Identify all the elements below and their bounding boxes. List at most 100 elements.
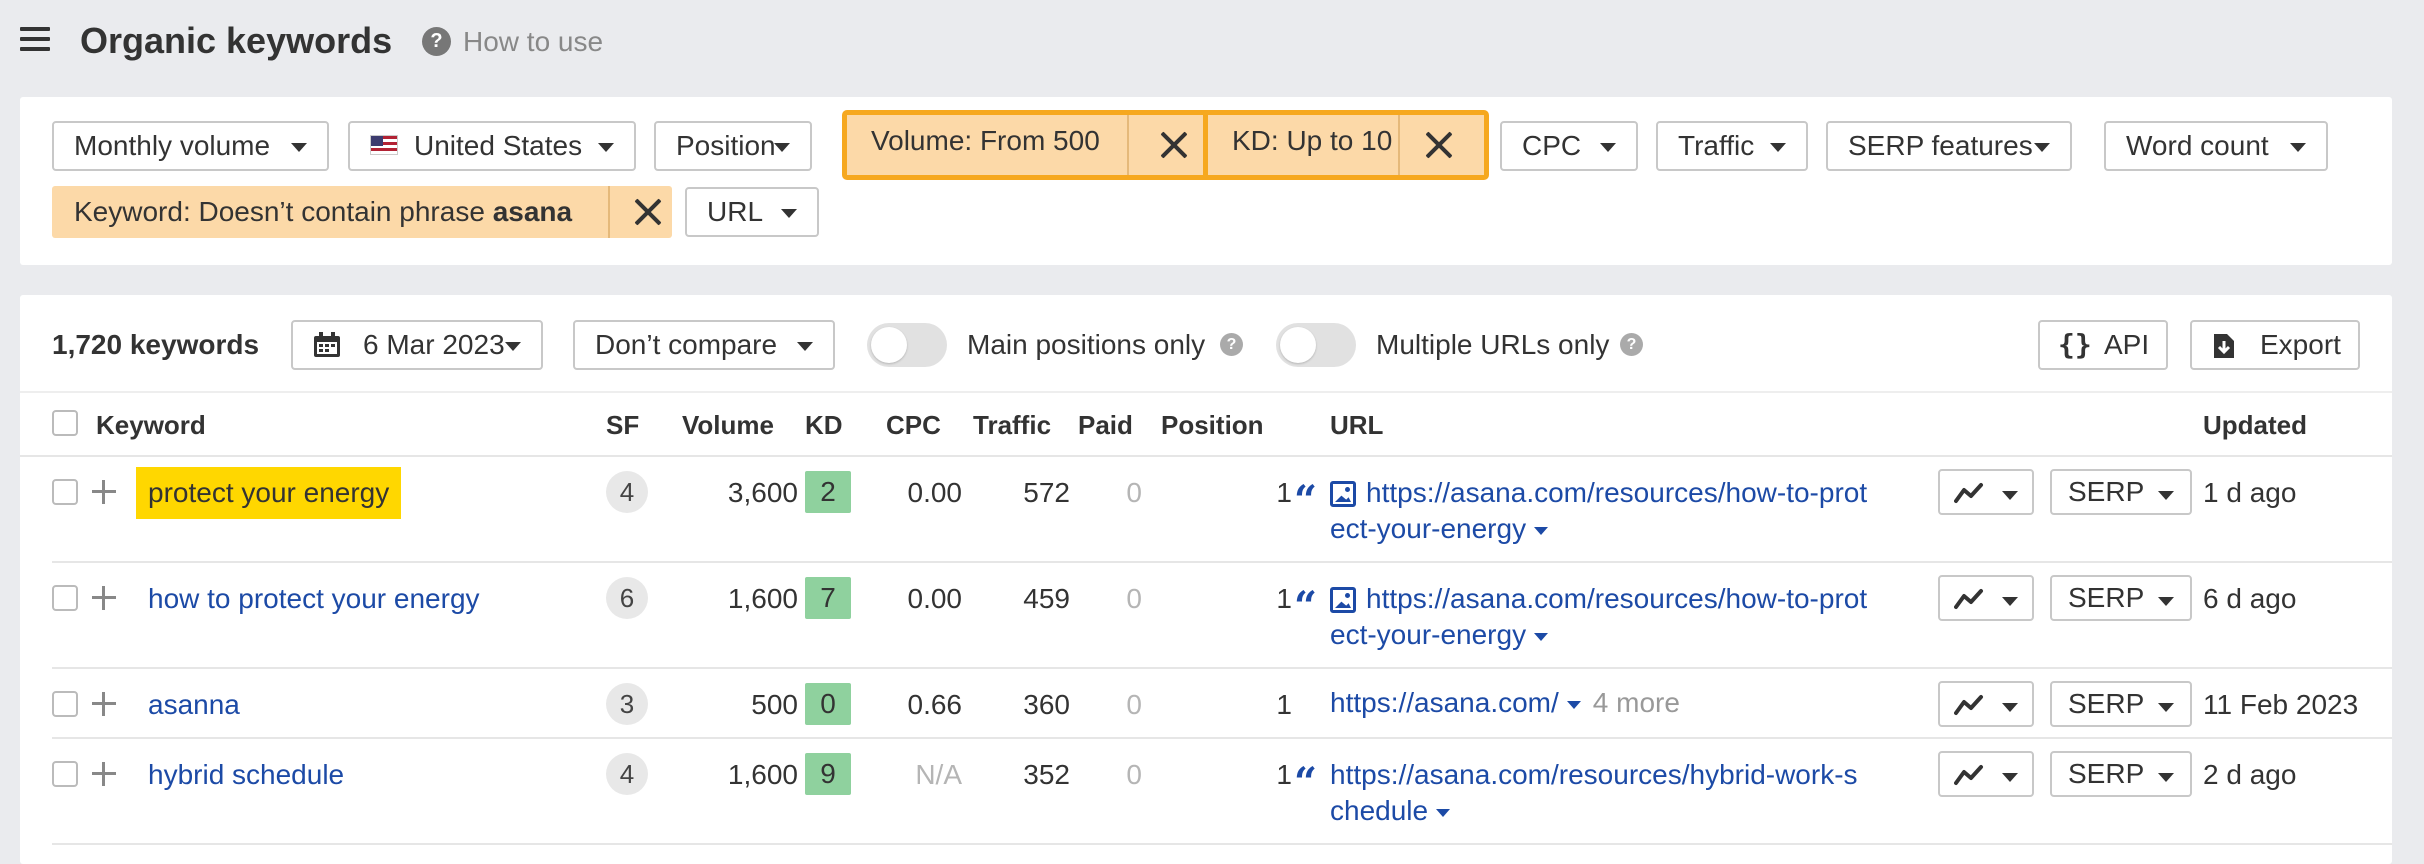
page-header: Organic keywords ? How to use [0, 0, 2424, 86]
column-updated[interactable]: Updated [2203, 410, 2307, 441]
close-icon[interactable] [633, 197, 663, 227]
column-sf[interactable]: SF [606, 410, 639, 441]
sf-badge[interactable]: 6 [606, 577, 648, 619]
position-label: Position [676, 130, 776, 161]
kd-badge: 2 [805, 471, 851, 513]
word-count-label: Word count [2126, 130, 2269, 161]
country-dropdown[interactable]: United States [348, 121, 636, 171]
kd-filter-label: KD: Up to 10 [1232, 125, 1393, 156]
kd-filter-chip[interactable]: KD: Up to 10 [1203, 110, 1489, 180]
select-all-checkbox[interactable] [52, 410, 78, 436]
multiple-urls-label: Multiple URLs only [1376, 329, 1610, 360]
url-text: chedule [1330, 795, 1429, 826]
cpc-value: 0.00 [907, 477, 963, 508]
url-text: https://asana.com/ [1330, 687, 1559, 718]
column-kd[interactable]: KD [805, 410, 843, 441]
main-positions-label: Main positions only [967, 329, 1206, 360]
page-title: Organic keywords [80, 20, 393, 61]
serp-dropdown[interactable]: SERP [2050, 575, 2192, 621]
keyword-link[interactable]: asanna [148, 689, 240, 721]
column-keyword[interactable]: Keyword [96, 410, 206, 441]
trend-icon [1954, 483, 1983, 503]
column-traffic[interactable]: Traffic [973, 410, 1051, 441]
url-text: https://asana.com/resources/how-to-prot [1366, 583, 1868, 614]
table-row: asanna 3 500 0 0.66 360 0 1 https://asan… [52, 669, 2392, 739]
add-icon[interactable] [92, 762, 116, 786]
column-cpc[interactable]: CPC [886, 410, 941, 441]
position-value: 1 [1276, 689, 1292, 720]
volume-value: 1,600 [727, 583, 798, 614]
chevron-down-icon[interactable] [1534, 527, 1549, 535]
sf-badge[interactable]: 3 [606, 683, 648, 725]
trend-dropdown[interactable] [1938, 575, 2034, 621]
menu-icon[interactable] [20, 27, 50, 51]
volume-filter-label: Volume: From 500 [871, 125, 1100, 156]
serp-features-dropdown[interactable]: SERP features [1826, 121, 2072, 171]
trend-dropdown[interactable] [1938, 681, 2034, 727]
row-checkbox[interactable] [52, 479, 78, 505]
serp-dropdown[interactable]: SERP [2050, 681, 2192, 727]
close-icon[interactable] [1424, 130, 1454, 160]
column-position[interactable]: Position [1161, 410, 1264, 441]
serp-label: SERP [2068, 582, 2145, 613]
word-count-dropdown[interactable]: Word count [2104, 121, 2328, 171]
traffic-dropdown[interactable]: Traffic [1656, 121, 1808, 171]
main-positions-toggle[interactable] [867, 323, 947, 367]
how-to-use-link[interactable]: How to use [463, 26, 603, 58]
serp-dropdown[interactable]: SERP [2050, 751, 2192, 797]
url-link[interactable]: https://asana.com/4 more [1330, 685, 1920, 721]
chevron-down-icon [2158, 773, 2174, 782]
chevron-down-icon [2002, 703, 2018, 712]
keyword-link[interactable]: hybrid schedule [148, 759, 344, 791]
column-paid[interactable]: Paid [1078, 410, 1133, 441]
sf-badge[interactable]: 4 [606, 753, 648, 795]
multiple-urls-toggle[interactable] [1276, 323, 1356, 367]
keyword-link[interactable]: how to protect your energy [148, 583, 480, 615]
trend-icon [1954, 589, 1983, 609]
chevron-down-icon[interactable] [1436, 809, 1451, 817]
url-text: https://asana.com/resources/how-to-prot [1366, 477, 1868, 508]
chevron-down-icon [2158, 491, 2174, 500]
column-volume[interactable]: Volume [682, 410, 774, 441]
row-checkbox[interactable] [52, 761, 78, 787]
volume-value: 500 [751, 689, 798, 720]
date-picker[interactable]: 6 Mar 2023 [291, 320, 543, 370]
chevron-down-icon [1600, 143, 1616, 152]
chevron-down-icon[interactable] [1566, 701, 1581, 709]
row-checkbox[interactable] [52, 691, 78, 717]
api-button[interactable]: {} API [2038, 320, 2168, 370]
serp-dropdown[interactable]: SERP [2050, 469, 2192, 515]
help-icon[interactable]: ? [1220, 333, 1243, 356]
position-dropdown[interactable]: Position [654, 121, 812, 171]
add-icon[interactable] [92, 692, 116, 716]
add-icon[interactable] [92, 480, 116, 504]
url-link[interactable]: https://asana.com/resources/how-to-prot … [1330, 475, 1920, 547]
close-icon[interactable] [1159, 130, 1189, 160]
help-icon[interactable]: ? [1620, 333, 1643, 356]
paid-value: 0 [1126, 583, 1142, 614]
column-url[interactable]: URL [1330, 410, 1383, 441]
chevron-down-icon [1770, 143, 1786, 152]
volume-filter-chip[interactable]: Volume: From 500 [842, 110, 1221, 180]
export-button[interactable]: Export [2190, 320, 2360, 370]
chevron-down-icon[interactable] [1534, 633, 1549, 641]
row-checkbox[interactable] [52, 585, 78, 611]
monthly-volume-dropdown[interactable]: Monthly volume [52, 121, 329, 171]
trend-dropdown[interactable] [1938, 469, 2034, 515]
add-icon[interactable] [92, 586, 116, 610]
chevron-down-icon [598, 143, 614, 152]
more-urls-link[interactable]: 4 more [1593, 687, 1680, 718]
keyword-link[interactable]: protect your energy [136, 467, 402, 519]
sf-badge[interactable]: 4 [606, 471, 648, 513]
url-text: ect-your-energy [1330, 619, 1527, 650]
trend-dropdown[interactable] [1938, 751, 2034, 797]
compare-dropdown[interactable]: Don’t compare [573, 320, 835, 370]
url-link[interactable]: https://asana.com/resources/hybrid-work-… [1330, 757, 1920, 829]
cpc-dropdown[interactable]: CPC [1500, 121, 1638, 171]
url-link[interactable]: https://asana.com/resources/how-to-prot … [1330, 581, 1920, 653]
help-icon[interactable]: ? [422, 27, 451, 56]
country-label: United States [414, 130, 583, 161]
url-dropdown[interactable]: URL [685, 187, 819, 237]
cpc-value: 0.00 [907, 583, 963, 614]
keyword-filter-chip[interactable]: Keyword: Doesn’t contain phrase asana [52, 186, 672, 238]
